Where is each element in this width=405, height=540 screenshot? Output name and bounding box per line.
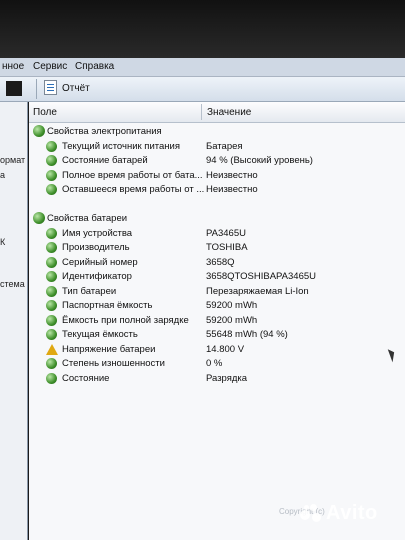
report-label: Отчёт [62,83,90,95]
report-icon [44,80,57,95]
details-pane: Поле Значение Свойства электропитания Тек… [29,102,405,540]
group-icon [33,212,45,224]
property-row[interactable]: Производитель TOSHIBA [29,241,405,255]
property-icon [46,271,57,282]
property-value: 3658Q [206,256,235,268]
property-label: Состояние [62,372,110,384]
menu-bar: нное Сервис Справка [0,58,405,77]
spacer-row [29,198,405,212]
property-icon [46,372,57,384]
property-value: 14.800 V [206,343,245,355]
property-label: Свойства батареи [47,213,128,224]
property-icon [46,256,57,268]
property-value: 59200 mWh [206,314,258,326]
group-icon [33,125,45,137]
property-row[interactable]: Полное время работы от бата... Неизвестно [29,169,405,183]
property-icon [46,184,57,195]
report-button[interactable]: Отчёт [44,80,90,97]
property-row[interactable]: Ёмкость при полной зарядке 59200 mWh [29,314,405,328]
property-row[interactable]: Оставшееся время работы от ... Неизвестно [29,183,405,197]
property-label: Напряжение батареи [62,343,156,355]
property-label: Оставшееся время работы от ... [62,184,205,195]
toolbar: Отчёт [0,77,405,102]
property-label: Серийный номер [62,256,138,268]
property-icon [46,155,57,166]
property-label: Степень изношенности [62,358,165,369]
group-row[interactable]: Свойства электропитания [29,125,405,139]
property-icon [46,242,57,253]
property-row[interactable]: Идентификатор 3658QTOSHIBAPA3465U [29,270,405,284]
column-divider[interactable] [201,104,202,120]
property-value: 0 % [206,358,223,369]
property-icon [46,169,57,181]
property-label: Состояние батарей [62,155,148,166]
navigation-pane[interactable]: ормат а К стема [0,102,28,540]
property-label: Текущий источник питания [62,140,180,152]
menu-item-service[interactable]: Сервис [33,61,67,72]
column-field-header[interactable]: Поле [33,107,57,118]
property-label: Полное время работы от бата... [62,169,203,181]
property-label: Идентификатор [62,271,132,282]
property-label: Свойства электропитания [47,126,162,137]
property-value: Перезаряжаемая Li-Ion [206,285,309,297]
property-row[interactable]: Тип батареи Перезаряжаемая Li-Ion [29,285,405,299]
column-value-header[interactable]: Значение [207,107,251,118]
property-icon [46,285,57,297]
nav-fragment[interactable]: ормат [0,155,25,165]
monitor-bezel [0,0,405,58]
property-label: Паспортная ёмкость [62,300,153,311]
toolbar-panel-icon[interactable] [6,81,22,96]
property-icon [46,329,57,340]
property-value: 55648 mWh (94 %) [206,329,288,340]
menu-item-help[interactable]: Справка [75,61,114,72]
nav-fragment[interactable]: а [0,170,5,180]
menu-item-data[interactable]: нное [2,61,24,72]
property-row[interactable]: Текущая ёмкость 55648 mWh (94 %) [29,328,405,342]
warning-icon [46,343,58,355]
property-value: 94 % (Высокий уровень) [206,155,313,166]
property-value: Разрядка [206,372,248,384]
avito-logo-text: Avito [326,502,378,524]
property-label: Производитель [62,242,130,253]
property-icon [46,358,57,369]
property-row[interactable]: Степень изношенности 0 % [29,357,405,371]
property-row[interactable]: Имя устройства PA3465U [29,227,405,241]
property-icon [46,140,57,152]
group-row[interactable]: Свойства батареи [29,212,405,226]
property-row[interactable]: Состояние батарей 94 % (Высокий уровень) [29,154,405,168]
property-value: Неизвестно [206,184,258,195]
property-icon [46,227,57,239]
column-header: Поле Значение [29,102,405,123]
property-icon [46,300,57,311]
property-value: PA3465U [206,227,246,239]
property-row[interactable]: Паспортная ёмкость 59200 mWh [29,299,405,313]
property-label: Текущая ёмкость [62,329,138,340]
property-row[interactable]: Серийный номер 3658Q [29,256,405,270]
property-value: Батарея [206,140,243,152]
property-value: Неизвестно [206,169,258,181]
property-icon [46,314,57,326]
property-row[interactable]: Напряжение батареи 14.800 V [29,343,405,357]
avito-logo-icon [300,504,322,522]
property-row[interactable]: Текущий источник питания Батарея [29,140,405,154]
nav-fragment[interactable]: К [0,237,5,247]
property-value: 3658QTOSHIBAPA3465U [206,271,317,282]
nav-fragment[interactable]: стема [0,279,25,289]
property-label: Имя устройства [62,227,133,239]
property-row[interactable]: Состояние Разрядка [29,372,405,386]
property-value: 59200 mWh [206,300,258,311]
property-label: Тип батареи [62,285,117,297]
toolbar-separator [36,79,37,99]
property-value: TOSHIBA [206,242,248,253]
property-label: Ёмкость при полной зарядке [62,314,189,326]
avito-watermark: Avito [300,500,400,526]
